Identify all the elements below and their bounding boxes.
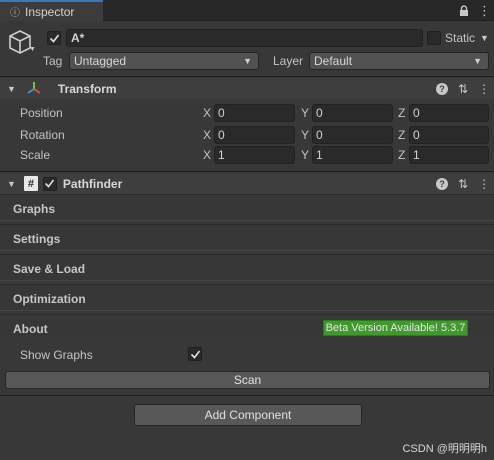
- info-icon: ⓘ: [10, 8, 20, 19]
- position-y-label[interactable]: Y: [301, 106, 309, 120]
- preset-sliders-icon[interactable]: ⇅: [458, 177, 468, 191]
- scan-button-label: Scan: [233, 373, 262, 387]
- pathfinder-title: Pathfinder: [62, 176, 123, 191]
- section-graphs-label: Graphs: [13, 201, 56, 216]
- layer-value: Default: [314, 54, 353, 68]
- script-hash-icon: #: [23, 176, 38, 191]
- position-z-label[interactable]: Z: [398, 106, 405, 120]
- checkmark-icon: [45, 179, 55, 188]
- rotation-x-value: 0: [218, 128, 225, 142]
- rotation-x-label[interactable]: X: [203, 128, 211, 142]
- scale-y-field[interactable]: 1: [312, 146, 393, 164]
- context-menu-icon[interactable]: ⋮: [478, 82, 490, 96]
- section-about-label: About: [13, 321, 48, 336]
- tab-inspector[interactable]: ⓘ Inspector: [0, 0, 103, 21]
- checkmark-icon: [190, 350, 200, 359]
- scale-z-label[interactable]: Z: [398, 148, 405, 162]
- foldout-arrow-icon[interactable]: ▼: [7, 179, 16, 189]
- tag-dropdown[interactable]: Untagged ▼: [69, 52, 259, 70]
- chevron-down-icon: ▼: [243, 56, 252, 66]
- transform-title: Transform: [57, 81, 117, 96]
- transform-header[interactable]: ▼ Transform ? ⇅ ⋮: [0, 78, 494, 99]
- section-graphs[interactable]: Graphs: [0, 194, 494, 222]
- help-icon[interactable]: ?: [436, 82, 448, 95]
- scale-y-label[interactable]: Y: [301, 148, 309, 162]
- layer-dropdown[interactable]: Default ▼: [309, 52, 489, 70]
- add-component-label: Add Component: [204, 408, 292, 422]
- scale-x-label[interactable]: X: [203, 148, 211, 162]
- section-save-load[interactable]: Save & Load: [0, 254, 494, 282]
- position-x-field[interactable]: 0: [214, 104, 295, 122]
- preset-sliders-icon[interactable]: ⇅: [458, 82, 468, 96]
- position-x-label[interactable]: X: [203, 106, 211, 120]
- kebab-menu-icon[interactable]: ⋮: [478, 2, 491, 19]
- position-label: Position: [20, 106, 63, 120]
- section-settings[interactable]: Settings: [0, 224, 494, 252]
- section-save-load-label: Save & Load: [13, 261, 86, 276]
- rotation-label: Rotation: [20, 128, 65, 142]
- add-component-button[interactable]: Add Component: [134, 404, 362, 426]
- rotation-y-value: 0: [316, 128, 323, 142]
- show-graphs-checkbox[interactable]: [188, 347, 202, 361]
- divider: [0, 310, 494, 311]
- divider: [0, 220, 494, 221]
- divider: [0, 395, 494, 396]
- position-x-value: 0: [218, 106, 225, 120]
- static-checkbox[interactable]: [427, 31, 441, 45]
- chevron-down-icon: ▼: [473, 56, 482, 66]
- object-name-input[interactable]: A*: [66, 29, 423, 47]
- position-z-value: 0: [413, 106, 420, 120]
- rotation-y-label[interactable]: Y: [301, 128, 309, 142]
- divider: [0, 280, 494, 281]
- position-y-value: 0: [316, 106, 323, 120]
- scale-x-field[interactable]: 1: [214, 146, 295, 164]
- static-dropdown-arrow-icon[interactable]: ▼: [480, 33, 489, 43]
- layer-label: Layer: [273, 54, 304, 68]
- rotation-x-field[interactable]: 0: [214, 126, 295, 144]
- transform-axes-icon: [26, 81, 42, 97]
- beta-version-badge[interactable]: Beta Version Available! 5.3.7: [323, 320, 468, 336]
- checkmark-icon: [49, 34, 59, 43]
- scale-z-value: 1: [413, 148, 420, 162]
- lock-icon[interactable]: [459, 2, 469, 19]
- static-label: Static: [445, 31, 476, 45]
- foldout-arrow-icon[interactable]: ▼: [7, 84, 16, 94]
- scale-x-value: 1: [218, 148, 225, 162]
- position-z-field[interactable]: 0: [409, 104, 489, 122]
- context-menu-icon[interactable]: ⋮: [478, 177, 490, 191]
- divider: [0, 250, 494, 251]
- tag-label: Tag: [43, 54, 63, 68]
- rotation-y-field[interactable]: 0: [312, 126, 393, 144]
- tab-bar: ⓘ Inspector ⋮: [0, 0, 494, 21]
- section-optimization-label: Optimization: [13, 291, 86, 306]
- rotation-z-value: 0: [413, 128, 420, 142]
- scale-y-value: 1: [316, 148, 323, 162]
- tab-inspector-label: Inspector: [25, 4, 75, 19]
- rotation-z-field[interactable]: 0: [409, 126, 489, 144]
- scale-label: Scale: [20, 148, 51, 162]
- tag-value: Untagged: [74, 54, 127, 68]
- position-y-field[interactable]: 0: [312, 104, 393, 122]
- pathfinder-enabled-checkbox[interactable]: [42, 176, 57, 191]
- object-name-value: A*: [71, 31, 85, 45]
- scan-button[interactable]: Scan: [5, 371, 490, 389]
- help-icon[interactable]: ?: [436, 177, 448, 190]
- pathfinder-header[interactable]: ▼ # Pathfinder ? ⇅ ⋮: [0, 173, 494, 194]
- icon-dropdown-arrow-icon[interactable]: ▼: [29, 46, 36, 53]
- show-graphs-label: Show Graphs: [20, 348, 93, 362]
- section-settings-label: Settings: [13, 231, 61, 246]
- rotation-z-label[interactable]: Z: [398, 128, 405, 142]
- section-optimization[interactable]: Optimization: [0, 284, 494, 312]
- watermark: CSDN @明明明h: [402, 443, 487, 455]
- divider: [0, 171, 494, 172]
- active-checkbox[interactable]: [47, 31, 61, 45]
- scale-z-field[interactable]: 1: [409, 146, 489, 164]
- divider: [0, 76, 494, 77]
